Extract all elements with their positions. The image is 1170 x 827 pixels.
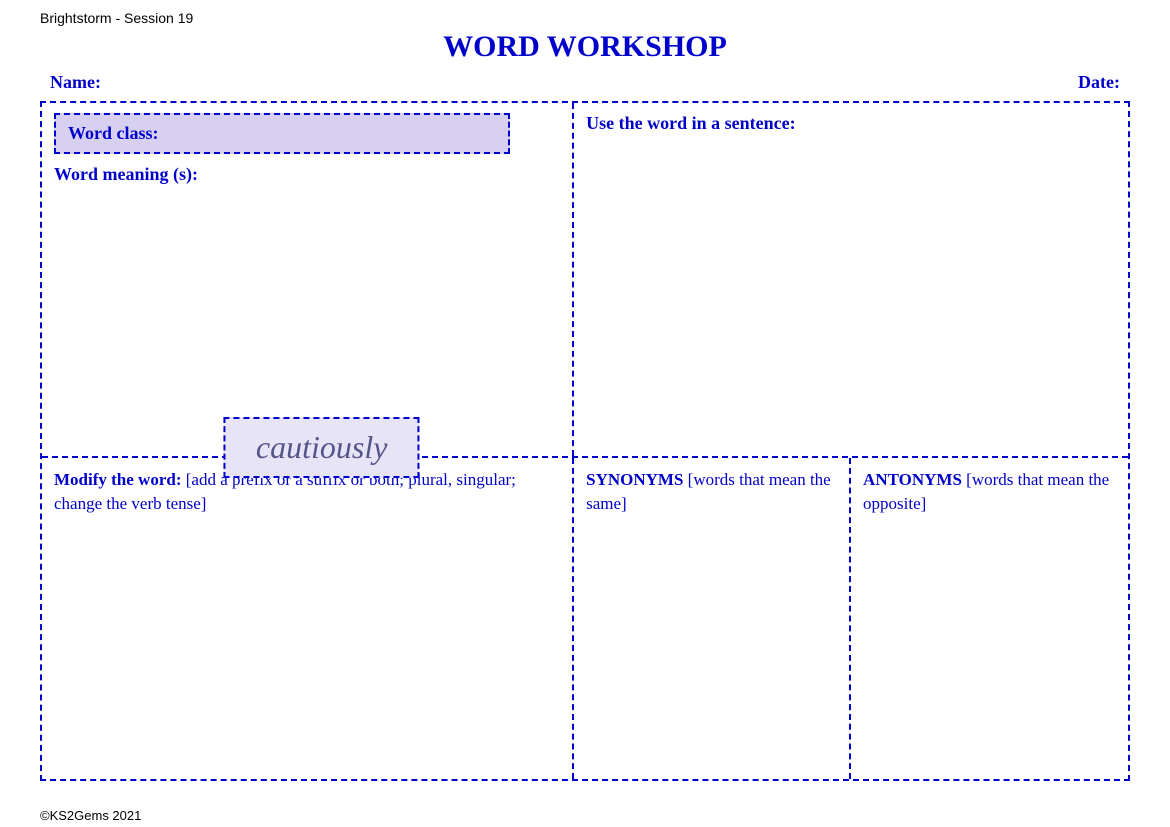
antonyms-label: ANTONYMS [words that mean the opposite] [863, 468, 1116, 516]
modify-bold: Modify the word: [54, 470, 181, 489]
word-class-label: Word class: [68, 123, 159, 143]
bottom-right-panel: ANTONYMS [words that mean the opposite] [851, 458, 1128, 779]
word-text: cautiously [256, 429, 388, 465]
session-label: Brightstorm - Session 19 [40, 10, 193, 26]
top-section: Word class: Word meaning (s): cautiously… [42, 103, 1128, 458]
word-meaning-label: Word meaning (s): [54, 164, 560, 185]
use-in-sentence-label: Use the word in a sentence: [586, 113, 1116, 134]
word-overlay: cautiously [224, 417, 420, 478]
word-class-box: Word class: [54, 113, 510, 154]
name-label: Name: [50, 72, 101, 93]
footer: ©KS2Gems 2021 [40, 808, 141, 823]
synonyms-label: SYNONYMS [words that mean the same] [586, 468, 837, 516]
bottom-left-panel: Modify the word: [add a prefix or a suff… [42, 458, 574, 779]
main-grid: Word class: Word meaning (s): cautiously… [40, 101, 1130, 781]
main-title: WORD WORKSHOP [40, 30, 1130, 64]
left-panel: Word class: Word meaning (s): cautiously [42, 103, 574, 456]
date-label: Date: [1078, 72, 1120, 93]
synonyms-bold: SYNONYMS [586, 470, 683, 489]
bottom-middle-panel: SYNONYMS [words that mean the same] [574, 458, 851, 779]
right-panel: Use the word in a sentence: [574, 103, 1128, 456]
bottom-section: Modify the word: [add a prefix or a suff… [42, 458, 1128, 779]
footer-label: ©KS2Gems 2021 [40, 808, 141, 823]
antonyms-bold: ANTONYMS [863, 470, 962, 489]
name-date-row: Name: Date: [40, 72, 1130, 93]
